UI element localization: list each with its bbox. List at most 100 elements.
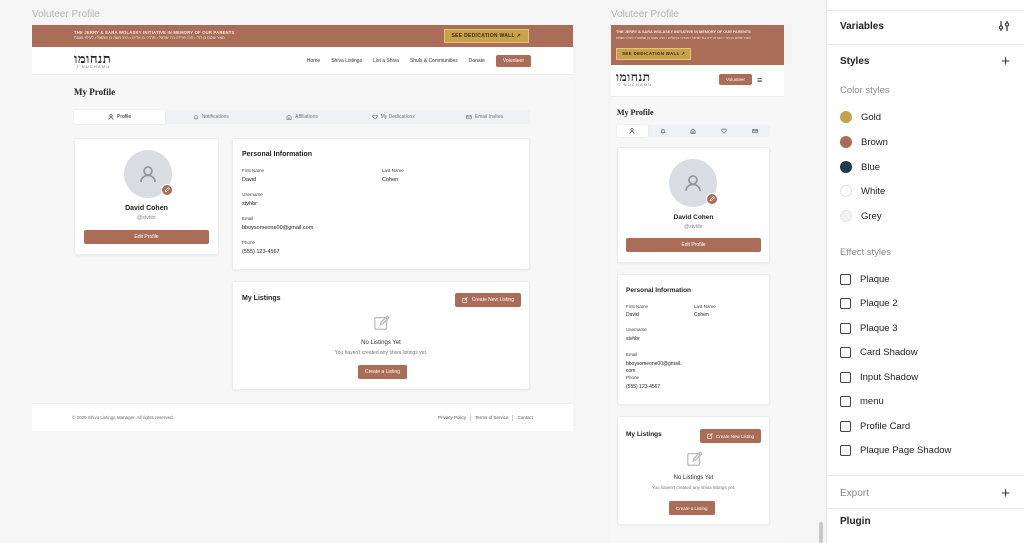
add-export-plus-icon[interactable]: +: [1001, 486, 1010, 501]
variables-settings-icon[interactable]: [998, 20, 1010, 32]
tab-affiliations[interactable]: Affiliations: [256, 110, 347, 124]
mobile-avatar-edit-button[interactable]: [706, 193, 718, 205]
mobile-first-name-label: First Name: [626, 304, 649, 309]
email-label: Email: [242, 216, 254, 221]
user-placeholder-icon: [138, 164, 158, 184]
empty-text: You haven't created any shiva listings y…: [334, 350, 428, 356]
nav-shuls-communities[interactable]: Shuls & Communities: [410, 58, 458, 64]
nav-list-a-shiva[interactable]: List a Shiva: [373, 58, 399, 64]
mobile-create-new-listing-button[interactable]: Create New Listing: [699, 429, 761, 443]
mobile-banner-line-2: מאיר שלום בן דוד • חנה פרידה בת ישראל • …: [616, 36, 751, 40]
color-style-brown[interactable]: Brown: [840, 136, 1010, 148]
nav-home[interactable]: Home: [307, 58, 320, 64]
color-style-blue[interactable]: Blue: [840, 161, 1010, 173]
mobile-tab-email-invites[interactable]: [739, 125, 770, 137]
avatar-edit-button[interactable]: [161, 184, 173, 196]
mobile-create-listing-button[interactable]: Create a Listing: [669, 501, 715, 515]
effect-styles-heading: Effect styles: [840, 247, 892, 258]
username-value: stvhbr: [242, 201, 257, 207]
canvas-scrollbar[interactable]: [819, 522, 823, 543]
mobile-tab-profile[interactable]: [617, 125, 648, 137]
mobile-last-name-value: Cohen: [694, 312, 709, 318]
user-icon: [629, 128, 635, 134]
effect-style-plaque[interactable]: Plaque: [840, 274, 1010, 285]
mobile-logo[interactable]: תנחומו T'NUCHAMU: [616, 71, 652, 86]
color-styles-heading: Color styles: [840, 85, 890, 96]
effect-style-card-shadow[interactable]: Card Shadow: [840, 347, 1010, 358]
mobile-phone-label: Phone: [626, 375, 640, 380]
footer: © 2025 Shiva Listings Manager. All right…: [32, 403, 573, 431]
edit-icon: [709, 196, 715, 202]
color-style-grey[interactable]: Grey: [840, 210, 1010, 222]
mobile-username-label: Username: [626, 327, 647, 332]
empty-edit-icon: [686, 450, 704, 468]
effect-style-profile-card[interactable]: Profile Card: [840, 421, 1010, 432]
edit-profile-button[interactable]: Edit Profile: [84, 230, 209, 244]
nav-donate[interactable]: Donate: [469, 58, 485, 64]
bell-icon: [193, 114, 199, 120]
footer-divider: [469, 414, 471, 421]
effect-icon: [840, 323, 851, 334]
mobile-personal-info-card: Personal Information First Name David La…: [617, 274, 770, 405]
tab-my-dedications[interactable]: My Dedications: [348, 110, 439, 124]
dedication-banner: THE JERRY & SARA WOLASKY INITIATIVE IN M…: [32, 25, 573, 47]
mail-icon: [751, 128, 758, 134]
effect-icon: [840, 421, 851, 432]
footer-privacy-link[interactable]: Privacy Policy: [438, 415, 466, 420]
mobile-profile-name: David Cohen: [673, 214, 714, 221]
tab-profile[interactable]: Profile: [74, 110, 166, 124]
mobile-page-title: My Profile: [617, 108, 654, 117]
footer-terms-link[interactable]: Terms of Service: [475, 415, 509, 420]
mobile-username-value: stvhbr: [626, 336, 640, 342]
footer-copyright: © 2025 Shiva Listings Manager. All right…: [72, 415, 174, 420]
effect-style-plaque-3[interactable]: Plaque 3: [840, 323, 1010, 334]
panel-divider: [827, 44, 1024, 45]
hamburger-menu-icon[interactable]: ≡: [757, 75, 762, 85]
volunteer-button[interactable]: Volunteer: [495, 54, 531, 67]
effect-style-plaque-2[interactable]: Plaque 2: [840, 298, 1010, 309]
add-style-plus-icon[interactable]: +: [1001, 54, 1010, 69]
mobile-empty-text: You haven't created any shiva listings y…: [651, 485, 736, 490]
mobile-tab-my-dedications[interactable]: [709, 125, 740, 137]
tab-notifications[interactable]: Notifications: [165, 110, 256, 124]
mobile-edit-profile-button[interactable]: Edit Profile: [626, 238, 761, 252]
effect-icon: [840, 347, 851, 358]
export-row[interactable]: Export +: [840, 486, 1010, 501]
logo[interactable]: תנחומו T'NUCHAMU: [74, 52, 111, 68]
edit-square-icon: [462, 297, 468, 303]
desktop-frame-label[interactable]: Voluteer Profile: [32, 9, 100, 20]
create-new-listing-button[interactable]: Create New Listing: [454, 293, 521, 307]
building-icon: [690, 128, 696, 134]
mobile-avatar: [669, 159, 718, 207]
arrow-up-right-icon: ↗: [681, 51, 686, 56]
footer-contact-link[interactable]: Contact: [517, 415, 533, 420]
mobile-first-name-value: David: [626, 312, 639, 318]
effect-style-menu[interactable]: menu: [840, 396, 1010, 407]
page-title: My Profile: [74, 87, 116, 97]
dedication-wall-button[interactable]: SEE DEDICATION WALL ↗: [443, 29, 529, 43]
nav-shiva-listings[interactable]: Shiva Listings: [331, 58, 362, 64]
effect-icon: [840, 372, 851, 383]
effect-style-input-shadow[interactable]: Input Shadow: [840, 372, 1010, 383]
mobile-volunteer-button[interactable]: Volunteer: [719, 74, 753, 85]
personal-info-title: Personal Information: [242, 151, 313, 158]
tab-email-invites[interactable]: Email Invites: [439, 110, 530, 124]
last-name-label: Last Name: [382, 168, 404, 173]
color-style-gold[interactable]: Gold: [840, 111, 1010, 123]
create-listing-button[interactable]: Create a Listing: [358, 365, 408, 379]
empty-edit-icon: [373, 314, 391, 332]
mobile-profile-tabs: [617, 125, 770, 137]
profile-name: David Cohen: [125, 205, 168, 212]
color-style-white[interactable]: White: [840, 185, 1010, 197]
mobile-profile-card: David Cohen @stvhbr Edit Profile: [617, 147, 770, 263]
mobile-frame-label[interactable]: Voluteer Profile: [611, 9, 679, 20]
mobile-listings-title: My Listings: [626, 431, 662, 438]
mobile-tab-affiliations[interactable]: [678, 125, 709, 137]
mobile-dedication-wall-button[interactable]: SEE DEDICATION WALL ↗: [616, 48, 692, 60]
plugin-row[interactable]: Plugin: [840, 516, 1010, 527]
mobile-frame: THE JERRY & SARA WOLASKY INITIATIVE IN M…: [611, 25, 784, 543]
mail-icon: [466, 114, 472, 120]
effect-style-plaque-page-shadow[interactable]: Plaque Page Shadow: [840, 445, 1010, 456]
mobile-tab-notifications[interactable]: [648, 125, 679, 137]
variables-row[interactable]: Variables: [840, 20, 1010, 32]
